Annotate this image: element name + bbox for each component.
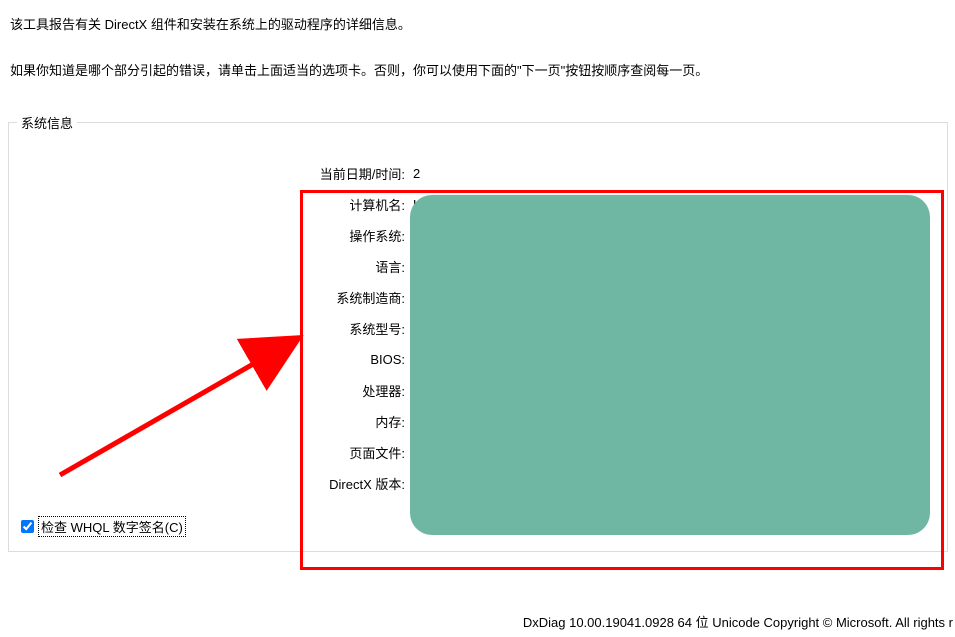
info-row: 语言:中 xyxy=(289,251,937,282)
info-row: 系统制造商:A xyxy=(289,282,937,313)
info-row: DirectX 版本:D xyxy=(289,468,937,499)
info-row: 处理器:I xyxy=(289,375,937,406)
info-label: 当前日期/时间: xyxy=(289,164,409,183)
info-row: 系统型号:T xyxy=(289,313,937,344)
info-label: BIOS: xyxy=(289,352,409,367)
info-value: D xyxy=(409,476,422,491)
info-value: L xyxy=(409,197,420,212)
info-row: 页面文件:8 xyxy=(289,437,937,468)
intro-line-1: 该工具报告有关 DirectX 组件和安装在系统上的驱动程序的详细信息。 xyxy=(10,15,945,36)
fieldset-legend: 系统信息 xyxy=(17,113,77,132)
info-row: BIOS:F xyxy=(289,344,937,375)
footer-text: DxDiag 10.00.19041.0928 64 位 Unicode Cop… xyxy=(0,612,955,631)
info-row: 当前日期/时间:2 xyxy=(289,158,937,189)
info-label: 内存: xyxy=(289,412,409,431)
info-row: 计算机名:L xyxy=(289,189,937,220)
info-label: 系统型号: xyxy=(289,319,409,338)
info-row: 操作系统:V xyxy=(289,220,937,251)
info-value: V xyxy=(409,228,422,243)
info-label: 计算机名: xyxy=(289,195,409,214)
info-label: DirectX 版本: xyxy=(289,474,409,493)
info-value: 8 xyxy=(409,414,420,429)
info-value: 2 xyxy=(409,166,420,181)
info-label: 语言: xyxy=(289,257,409,276)
info-label: 处理器: xyxy=(289,381,409,400)
info-value: 8 xyxy=(409,445,420,460)
whql-checkbox[interactable] xyxy=(21,520,34,533)
info-rows: 当前日期/时间:2计算机名:L操作系统:V语言:中系统制造商:A系统型号:TBI… xyxy=(289,158,937,499)
whql-checkbox-row: 检查 WHQL 数字签名(C) xyxy=(21,516,186,537)
system-info-fieldset: 系统信息 当前日期/时间:2计算机名:L操作系统:V语言:中系统制造商:A系统型… xyxy=(8,122,948,552)
info-value: I xyxy=(409,383,417,398)
info-value: A xyxy=(409,290,422,305)
intro-line-2: 如果你知道是哪个部分引起的错误，请单击上面适当的选项卡。否则，你可以使用下面的"… xyxy=(10,61,945,82)
info-value: 中 xyxy=(409,257,426,276)
info-label: 操作系统: xyxy=(289,226,409,245)
info-value: T xyxy=(409,321,421,336)
whql-checkbox-label[interactable]: 检查 WHQL 数字签名(C) xyxy=(38,516,186,537)
info-row: 内存:8 xyxy=(289,406,937,437)
info-label: 页面文件: xyxy=(289,443,409,462)
intro-text: 该工具报告有关 DirectX 组件和安装在系统上的驱动程序的详细信息。 如果你… xyxy=(0,0,955,82)
info-label: 系统制造商: xyxy=(289,288,409,307)
info-value: F xyxy=(409,352,421,367)
